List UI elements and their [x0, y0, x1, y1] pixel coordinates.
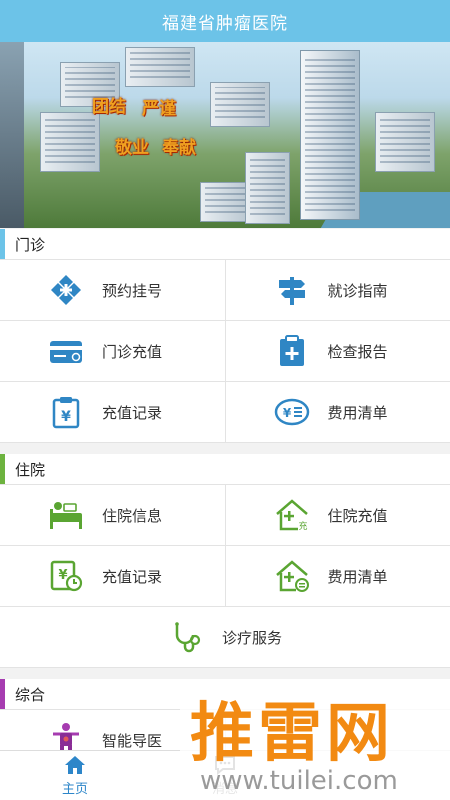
outpatient-recharge-button[interactable]: 门诊充值: [0, 321, 225, 381]
banner-tower: [300, 50, 360, 220]
recharge-record-button[interactable]: ¥ 充值记录: [0, 382, 225, 442]
yuan-record-icon: ¥: [48, 394, 84, 430]
yuan-list-icon: ¥: [274, 394, 310, 430]
banner-slogan: 团结: [92, 97, 126, 116]
fee-list-label: 费用清单: [327, 404, 388, 422]
banner-building: [210, 82, 270, 127]
banner-edge: [0, 42, 24, 228]
svg-text:¥: ¥: [58, 568, 67, 583]
watermark-text: 推雷网: [190, 697, 394, 771]
home-icon: [65, 756, 85, 774]
inpatient-record-button[interactable]: ¥ 充值记录: [0, 546, 225, 606]
signpost-icon: [274, 272, 310, 308]
svg-text:充: 充: [298, 520, 307, 532]
treatment-service-label: 诊疗服务: [221, 629, 282, 647]
section-label: 住院: [15, 461, 46, 479]
recharge-record-label: 充值记录: [102, 404, 163, 422]
tab-home[interactable]: 主页: [0, 751, 150, 800]
house-list-icon: [274, 558, 310, 594]
banner-slogan: 严谨: [142, 99, 176, 118]
treatment-service-button[interactable]: 诊疗服务: [0, 607, 450, 667]
banner-slogan: 奉献: [162, 138, 196, 157]
card-recharge-icon: [48, 333, 84, 369]
guide-label: 就诊指南: [327, 282, 388, 300]
outpatient-recharge-label: 门诊充值: [102, 343, 163, 361]
yuan-clock-icon: ¥: [48, 558, 84, 594]
outpatient-grid: 预约挂号 就诊指南 门诊充值 检查报告 ¥ 充值记录 ¥ 费用清单: [0, 259, 450, 443]
inpatient-record-label: 充值记录: [102, 568, 163, 586]
smart-guide-label: 智能导医: [102, 732, 163, 750]
banner-building: [200, 182, 250, 222]
page-title: 福建省肿瘤医院: [162, 13, 288, 33]
appointment-button[interactable]: 预约挂号: [0, 260, 225, 320]
hospital-bed-icon: [48, 497, 84, 533]
appointment-icon: [48, 272, 84, 308]
stethoscope-icon: [168, 619, 204, 655]
inpatient-info-button[interactable]: 住院信息: [0, 485, 225, 545]
inpatient-recharge-label: 住院充值: [327, 507, 388, 525]
inpatient-recharge-button[interactable]: 充 住院充值: [225, 485, 450, 545]
svg-text:¥: ¥: [282, 406, 291, 420]
fee-list-button[interactable]: ¥ 费用清单: [225, 382, 450, 442]
inpatient-fee-list-button[interactable]: 费用清单: [225, 546, 450, 606]
banner-building: [125, 47, 195, 87]
report-button[interactable]: 检查报告: [225, 321, 450, 381]
banner-building: [245, 152, 290, 224]
section-title-outpatient: 门诊: [0, 229, 450, 259]
appointment-label: 预约挂号: [102, 282, 163, 300]
section-label: 综合: [15, 686, 46, 704]
hospital-banner-image: 团结 严谨 敬业 奉献: [0, 42, 450, 228]
section-title-inpatient: 住院: [0, 454, 450, 484]
site-watermark: 推雷网 www.tuilei.com: [180, 682, 450, 800]
guide-button[interactable]: 就诊指南: [225, 260, 450, 320]
house-recharge-icon: 充: [274, 497, 310, 533]
banner-building: [40, 112, 100, 172]
section-label: 门诊: [15, 236, 46, 254]
inpatient-grid: 住院信息 充 住院充值 ¥ 充值记录 费用清单 诊疗服务: [0, 484, 450, 668]
banner-building: [375, 112, 435, 172]
report-label: 检查报告: [327, 343, 388, 361]
watermark-url: www.tuilei.com: [200, 766, 398, 796]
tab-home-label: 主页: [61, 781, 88, 796]
inpatient-info-label: 住院信息: [102, 507, 163, 525]
clipboard-report-icon: [274, 333, 310, 369]
inpatient-fee-list-label: 费用清单: [327, 568, 388, 586]
banner-slogan: 敬业: [115, 138, 149, 157]
svg-text:¥: ¥: [61, 409, 71, 425]
app-header: 福建省肿瘤医院: [0, 0, 450, 42]
